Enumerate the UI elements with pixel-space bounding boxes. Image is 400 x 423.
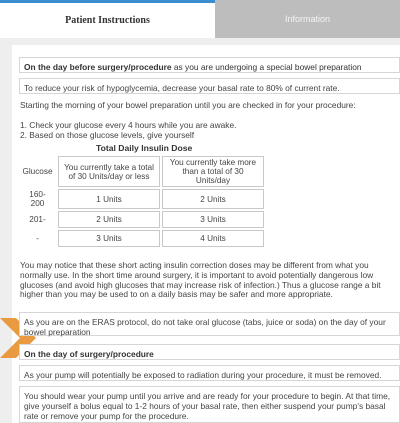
dose-cell: 2 Units [162, 189, 264, 209]
starting-text: Starting the morning of your bowel prepa… [20, 100, 356, 110]
pump-row: As your pump will potentially be exposed… [19, 365, 400, 381]
note-paragraph: You may notice that these short acting i… [20, 260, 381, 300]
dose-table-title: Total Daily Insulin Dose [96, 143, 193, 153]
glucose-range-1: 160- 200 [29, 190, 46, 208]
wear-row: You should wear your pump until you arri… [19, 386, 400, 423]
header-low-dose: You currently take a total of 30 Units/d… [58, 156, 160, 187]
day-before-bold: On the day before surgery/procedure [24, 62, 172, 72]
dose-cell: 1 Units [58, 189, 160, 209]
tab-patient-instructions[interactable]: Patient Instructions [0, 0, 215, 38]
step-2-text: 2. Based on those glucose levels, give y… [20, 130, 195, 140]
tab-information[interactable]: Information [215, 0, 400, 38]
day-of-heading: On the day of surgery/procedure [19, 344, 400, 360]
tab-bar: Patient Instructions Information [0, 0, 400, 40]
eras-row: As you are on the ERAS protocol, do not … [19, 312, 400, 337]
glucose-range-3: - [36, 234, 39, 243]
glucose-range-2: 201- [29, 215, 46, 224]
day-before-rest: as you are undergoing a special bowel pr… [171, 62, 362, 72]
glucose-header: Glucose [22, 167, 53, 176]
header-high-dose: You currently take more than a total of … [162, 156, 264, 187]
dose-cell: 3 Units [58, 230, 160, 247]
dose-cell: 4 Units [162, 230, 264, 247]
hypoglycemia-row: To reduce your risk of hypoglycemia, dec… [19, 78, 400, 94]
step-1-text: 1. Check your glucose every 4 hours whil… [20, 120, 237, 130]
day-before-heading: On the day before surgery/procedure as y… [19, 57, 400, 73]
dose-cell: 2 Units [58, 211, 160, 228]
dose-cell: 3 Units [162, 211, 264, 228]
dose-table: Glucose You currently take a total of 30… [17, 154, 266, 249]
